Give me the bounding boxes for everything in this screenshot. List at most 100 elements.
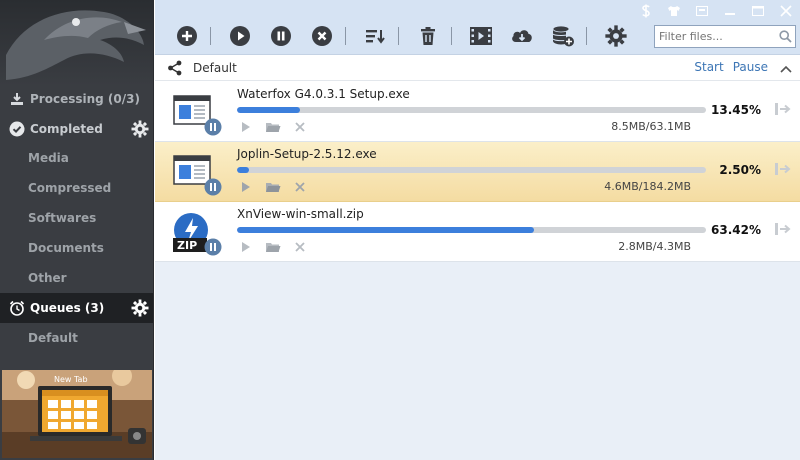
queue-name: Default (193, 61, 237, 75)
cloud-download-icon[interactable] (510, 24, 534, 48)
sidebar-item-label: Default (28, 331, 78, 345)
toolbar (175, 24, 645, 48)
progress-percent: 2.50% (719, 163, 761, 177)
add-icon[interactable] (175, 24, 199, 48)
sidebar-item-label: Completed (30, 122, 103, 136)
share-icon (167, 60, 183, 76)
queue-header: Default Start Pause (155, 56, 800, 81)
file-size: 8.5MB/63.1MB (611, 120, 691, 133)
progress-bar (237, 107, 706, 113)
play-icon[interactable] (237, 240, 255, 254)
chevron-up-icon[interactable] (780, 62, 792, 76)
sort-icon[interactable] (363, 24, 387, 48)
row-actions (237, 240, 309, 254)
open-external-icon[interactable] (774, 102, 792, 119)
gear-icon[interactable] (604, 24, 628, 48)
row-actions (237, 120, 309, 134)
check-circle-icon (8, 120, 26, 138)
sidebar-item-documents[interactable]: Documents (0, 233, 153, 263)
pause-badge-icon[interactable] (204, 178, 222, 199)
queue-pause-link[interactable]: Pause (733, 60, 768, 74)
cancel-icon[interactable] (291, 120, 309, 134)
progress-bar (237, 167, 706, 173)
pause-icon[interactable] (269, 24, 293, 48)
folder-open-icon[interactable] (264, 240, 282, 254)
promo-label: New Tab (54, 375, 88, 384)
file-name: XnView-win-small.zip (237, 207, 364, 221)
minimize-icon[interactable] (716, 0, 744, 22)
app-logo (0, 0, 153, 86)
alarm-clock-icon (8, 299, 26, 317)
sidebar: Processing (0/3) Completed Media Compres… (0, 0, 154, 460)
cancel-icon[interactable] (291, 180, 309, 194)
sidebar-item-label: Queues (3) (30, 301, 105, 315)
zip-file-icon: ZIP (171, 212, 222, 259)
download-row[interactable]: ZIP XnView-win-small.zip 63.42% 2.8MB/4.… (155, 202, 800, 262)
progress-percent: 63.42% (711, 223, 761, 237)
cancel-icon[interactable] (291, 240, 309, 254)
window-controls (632, 0, 800, 22)
play-icon[interactable] (237, 120, 255, 134)
sidebar-item-label: Compressed (28, 181, 112, 195)
close-icon[interactable] (772, 0, 800, 22)
open-external-icon[interactable] (774, 222, 792, 239)
folder-open-icon[interactable] (264, 120, 282, 134)
folder-open-icon[interactable] (264, 180, 282, 194)
sidebar-item-compressed[interactable]: Compressed (0, 173, 153, 203)
sidebar-item-media[interactable]: Media (0, 143, 153, 173)
svg-text:ZIP: ZIP (177, 239, 197, 252)
progress-bar (237, 227, 706, 233)
maximize-icon[interactable] (744, 0, 772, 22)
sidebar-item-processing[interactable]: Processing (0/3) (0, 84, 153, 114)
queue-start-link[interactable]: Start (694, 60, 723, 74)
sidebar-item-label: Processing (0/3) (30, 92, 140, 106)
exe-file-icon (171, 152, 222, 199)
sidebar-item-label: Media (28, 151, 69, 165)
file-name: Joplin-Setup-2.5.12.exe (237, 147, 377, 161)
progress-fill (237, 227, 535, 233)
play-icon[interactable] (228, 24, 252, 48)
sidebar-item-label: Documents (28, 241, 104, 255)
sidebar-item-queue-default[interactable]: Default (0, 323, 153, 353)
pause-badge-icon[interactable] (204, 238, 222, 259)
play-icon[interactable] (237, 180, 255, 194)
promo-image[interactable]: New Tab (2, 370, 152, 458)
cancel-icon[interactable] (310, 24, 334, 48)
sidebar-item-queues[interactable]: Queues (3) (0, 293, 153, 323)
download-list: Waterfox G4.0.3.1 Setup.exe 13.45% 8.5MB… (155, 82, 800, 460)
sidebar-item-label: Other (28, 271, 67, 285)
download-tray-icon (8, 90, 26, 108)
restore-view-icon[interactable] (688, 0, 716, 22)
sidebar-item-softwares[interactable]: Softwares (0, 203, 153, 233)
exe-file-icon (171, 92, 222, 139)
toolbar-separator (586, 27, 587, 45)
file-size: 2.8MB/4.3MB (618, 240, 691, 253)
download-row[interactable]: Waterfox G4.0.3.1 Setup.exe 13.45% 8.5MB… (155, 82, 800, 142)
titlebar (155, 0, 800, 55)
sidebar-item-label: Softwares (28, 211, 97, 225)
search-icon[interactable] (775, 30, 795, 43)
dollar-icon[interactable] (632, 0, 660, 22)
filter-box (654, 25, 796, 48)
progress-fill (237, 107, 301, 113)
file-size: 4.6MB/184.2MB (604, 180, 691, 193)
shirt-icon[interactable] (660, 0, 688, 22)
filter-input[interactable] (655, 26, 775, 47)
open-external-icon[interactable] (774, 162, 792, 179)
database-add-icon[interactable] (551, 24, 575, 48)
file-name: Waterfox G4.0.3.1 Setup.exe (237, 87, 410, 101)
pause-badge-icon[interactable] (204, 118, 222, 139)
sidebar-item-completed[interactable]: Completed (0, 114, 153, 144)
row-actions (237, 180, 309, 194)
trash-icon[interactable] (416, 24, 440, 48)
sidebar-item-other[interactable]: Other (0, 263, 153, 293)
toolbar-separator (345, 27, 346, 45)
download-row[interactable]: Joplin-Setup-2.5.12.exe 2.50% 4.6MB/184.… (155, 142, 800, 202)
gear-icon[interactable] (131, 299, 149, 317)
video-icon[interactable] (469, 24, 493, 48)
toolbar-separator (451, 27, 452, 45)
queue-actions: Start Pause (694, 60, 768, 74)
toolbar-separator (210, 27, 211, 45)
gear-icon[interactable] (131, 120, 149, 138)
progress-fill (237, 167, 249, 173)
